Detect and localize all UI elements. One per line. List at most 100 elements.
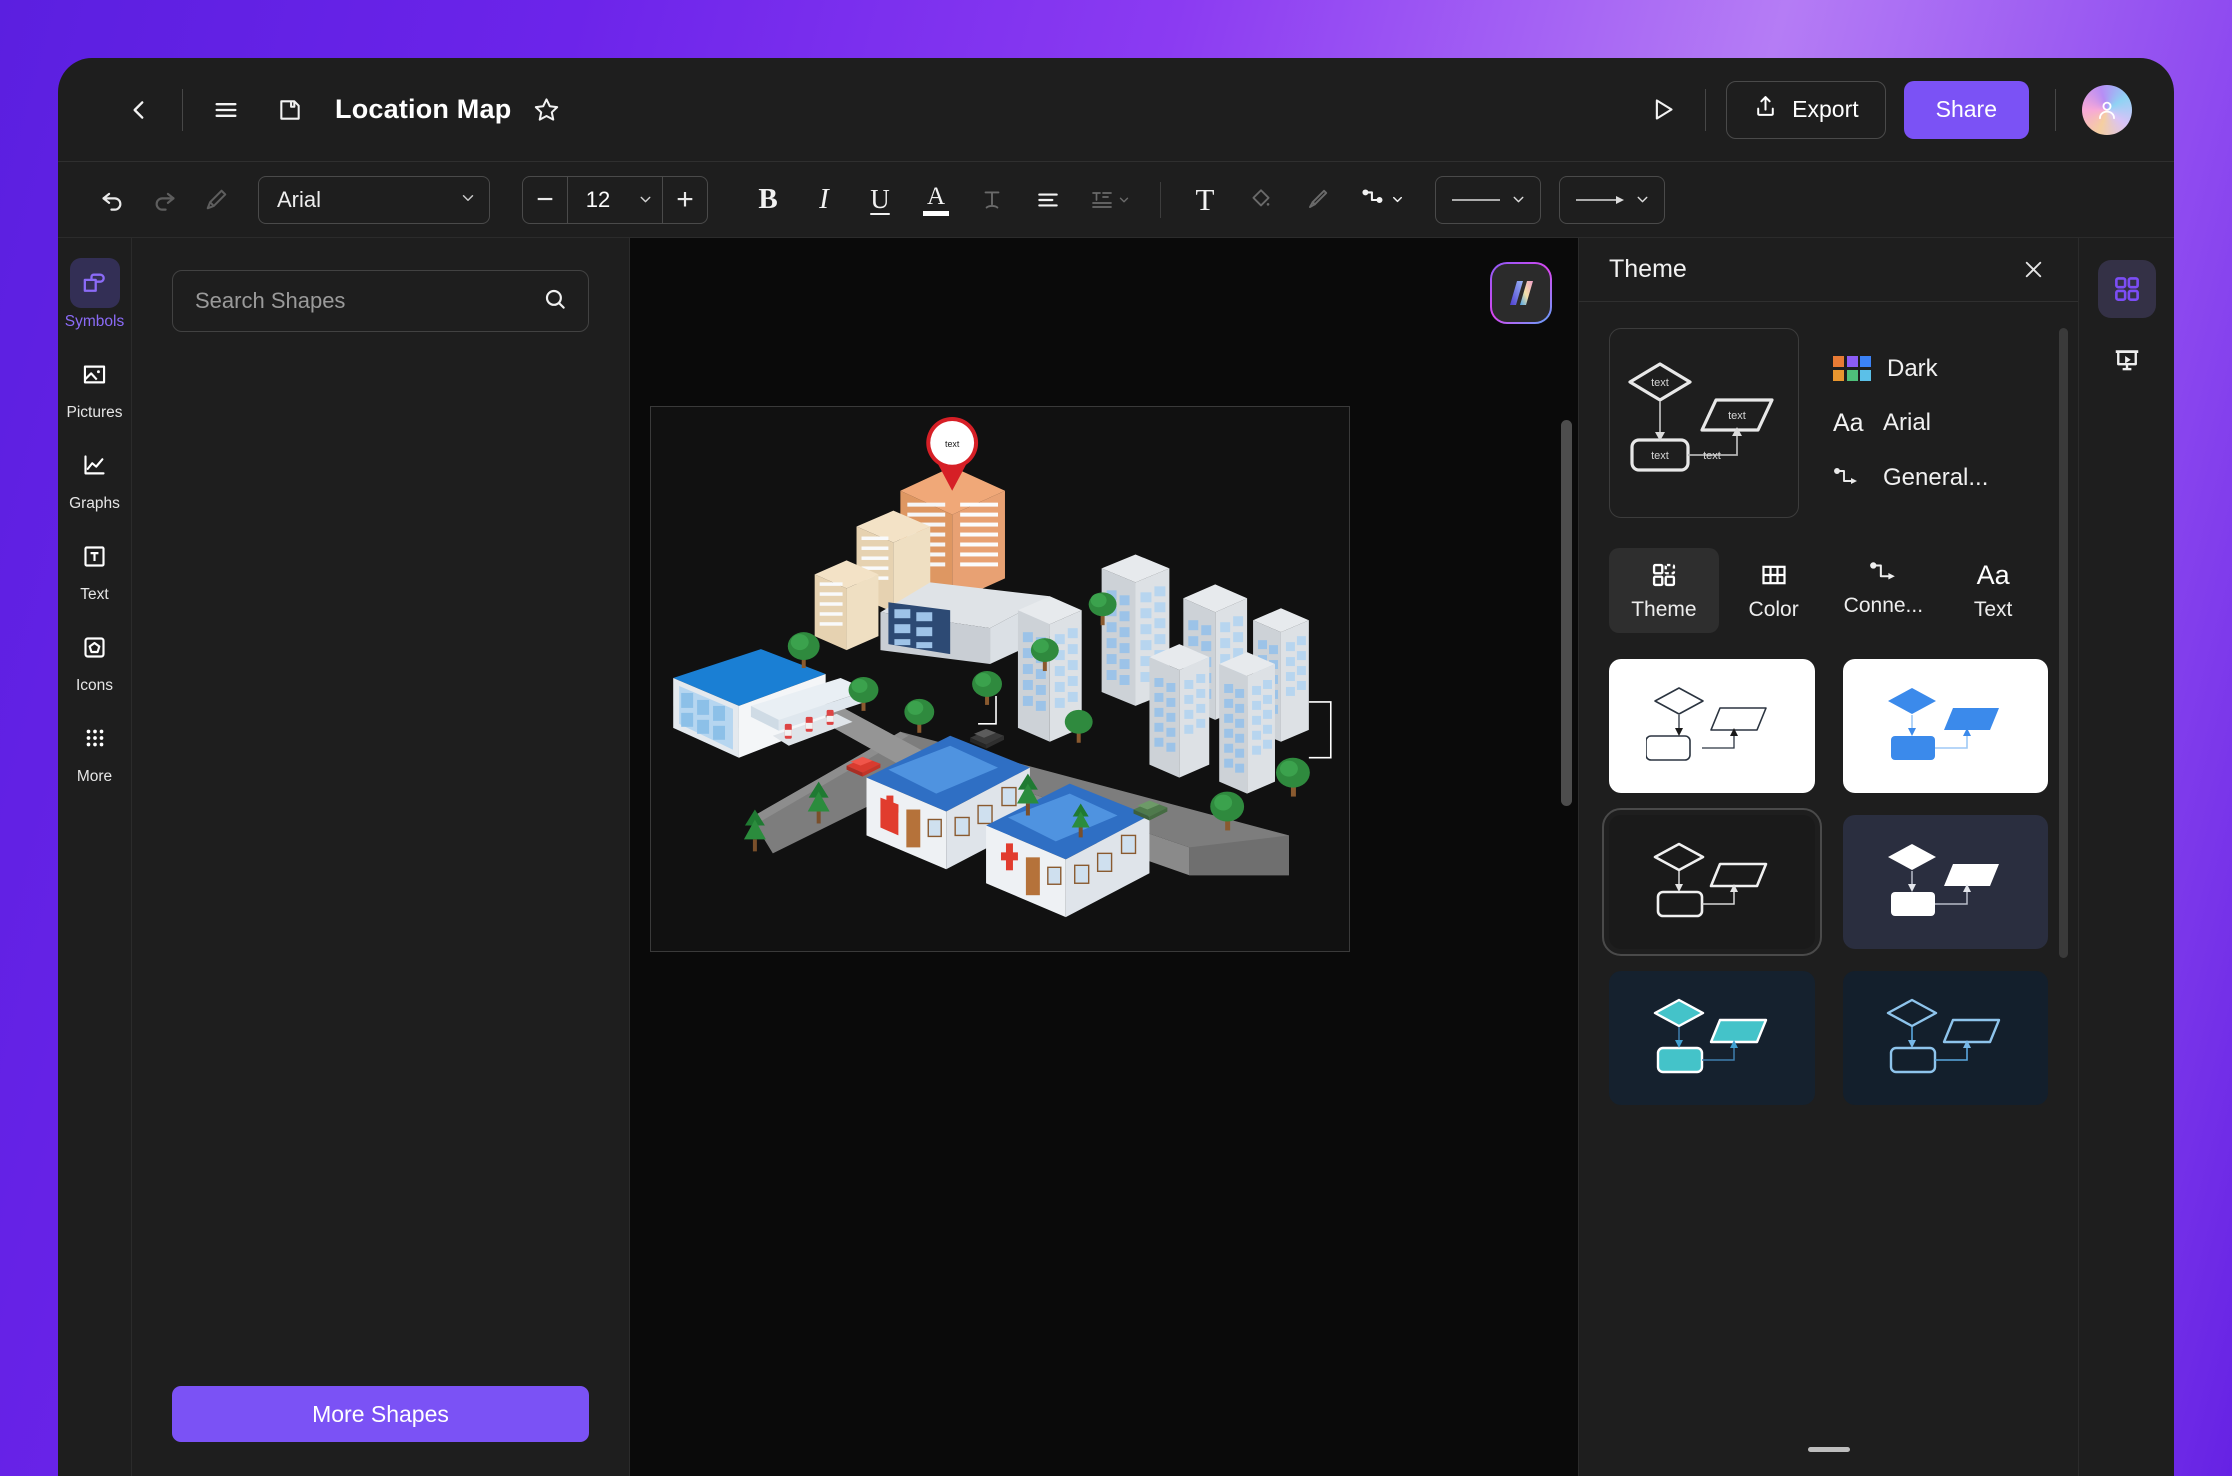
text-box-icon	[70, 531, 120, 581]
theme-panel-scrollbar[interactable]	[2059, 328, 2068, 958]
font-size-increase-button[interactable]: +	[663, 177, 707, 223]
paint-brush-icon[interactable]	[1291, 175, 1343, 225]
app-body: Symbols Pictures Graphs Text Icons More …	[58, 238, 2174, 1476]
theme-preview-card[interactable]: text text text text	[1609, 328, 1799, 518]
sidebar-item-label: Graphs	[69, 495, 120, 512]
header-divider-3	[2055, 88, 2056, 131]
presentation-toggle[interactable]	[2098, 332, 2156, 390]
isometric-city-map-illustration[interactable]: text	[651, 407, 1349, 951]
right-skyscrapers	[1017, 554, 1309, 794]
save-disk-icon[interactable]	[267, 87, 313, 133]
theme-panel-toggle[interactable]	[2097, 260, 2156, 318]
shapes-panel: Search Shapes More Shapes	[132, 238, 630, 1476]
sidebar-item-pictures[interactable]: Pictures	[62, 343, 128, 424]
strikethrough-button[interactable]	[966, 175, 1018, 225]
chevron-down-icon	[459, 187, 477, 213]
share-button[interactable]: Share	[1903, 80, 2029, 139]
line-spacing-icon[interactable]	[1078, 175, 1142, 225]
sidebar-item-text[interactable]: Text	[62, 525, 128, 606]
theme-card-grid	[1602, 659, 2048, 1105]
theme-card-light-blue-filled[interactable]	[1842, 659, 2048, 793]
back-button[interactable]	[116, 87, 162, 133]
theme-card-dark-outline[interactable]	[1602, 808, 1822, 956]
tab-connector[interactable]: Conne...	[1829, 548, 1939, 633]
formatting-toolbar: Arial − 12 + B I U A T	[58, 162, 2174, 238]
theme-card-navy-teal-filled[interactable]	[1609, 971, 1815, 1105]
color-table-icon	[1762, 565, 1786, 585]
font-family-select[interactable]: Arial	[258, 175, 490, 224]
magnifier-search-icon[interactable]	[542, 286, 568, 317]
tab-label: Text	[1973, 598, 2013, 621]
hamburger-menu-icon[interactable]	[203, 87, 249, 133]
canvas-page[interactable]: text	[650, 406, 1350, 952]
theme-font-label: Arial	[1883, 409, 1932, 436]
connector-elbow-icon[interactable]	[1347, 175, 1417, 225]
bold-button[interactable]: B	[742, 175, 794, 225]
canvas-vertical-scrollbar[interactable]	[1561, 420, 1572, 806]
font-size-input[interactable]: 12	[568, 187, 628, 213]
theme-color-scheme-row[interactable]: Dark	[1833, 355, 2048, 383]
grid-dots-icon	[70, 713, 120, 763]
theme-card-light-outline[interactable]	[1609, 659, 1815, 793]
tab-label: Conne...	[1843, 594, 1924, 617]
theme-card-navy-blue-outline[interactable]	[1842, 971, 2048, 1105]
theme-panel-title: Theme	[1609, 255, 1687, 283]
theme-card-navy-white-filled[interactable]	[1842, 815, 2048, 949]
export-button[interactable]: Export	[1726, 80, 1886, 139]
picture-image-icon	[70, 349, 120, 399]
theme-connector-label: General...	[1883, 463, 1989, 491]
sidebar-item-more[interactable]: More	[62, 707, 128, 788]
font-aa-icon: Aa	[1833, 408, 1864, 437]
preview-node-label: text	[1651, 450, 1669, 462]
sidebar-item-icons[interactable]: Icons	[62, 616, 128, 697]
arrow-style-select[interactable]	[1559, 175, 1665, 224]
italic-button[interactable]: I	[798, 175, 850, 225]
right-tool-rail	[2078, 238, 2174, 1476]
undo-arrow-icon[interactable]	[88, 176, 136, 224]
play-triangle-icon[interactable]	[1639, 87, 1685, 133]
avatar[interactable]	[2082, 84, 2132, 135]
font-color-button[interactable]: A	[910, 175, 962, 225]
tab-label: Color	[1748, 598, 1799, 621]
theme-panel-footer	[1579, 1418, 2078, 1476]
close-x-icon[interactable]	[2014, 251, 2052, 289]
format-painter-icon[interactable]	[192, 176, 240, 224]
font-size-chevron-down-icon[interactable]	[628, 191, 662, 208]
pentagon-icon	[70, 622, 120, 672]
sidebar-item-graphs[interactable]: Graphs	[62, 434, 128, 515]
sidebar-item-label: Symbols	[64, 313, 125, 330]
fill-bucket-icon[interactable]	[1235, 175, 1287, 225]
panel-collapse-handle[interactable]	[1807, 1447, 1850, 1452]
flowchart-preview-diagram: text text text text	[1628, 362, 1774, 472]
wondershare-edrawmax-logo[interactable]	[1490, 262, 1552, 324]
theme-color-scheme-label: Dark	[1887, 354, 1938, 382]
tab-text[interactable]: Aa Text	[1938, 548, 2048, 633]
align-left-icon[interactable]	[1022, 175, 1074, 225]
more-shapes-button[interactable]: More Shapes	[172, 1386, 589, 1442]
preview-connector-label: text	[1703, 450, 1721, 462]
toolbar-divider	[1160, 181, 1161, 218]
sidebar-item-label: More	[76, 768, 113, 785]
tab-color[interactable]: Color	[1719, 548, 1829, 633]
font-family-value: Arial	[277, 186, 322, 212]
line-chart-icon	[70, 440, 120, 490]
color-swatch-grid-icon	[1833, 356, 1871, 381]
grid-four-squares-icon	[2114, 277, 2139, 301]
redo-arrow-icon[interactable]	[140, 176, 188, 224]
canvas-area[interactable]: text	[630, 238, 1578, 1476]
star-outline-icon[interactable]	[523, 87, 569, 133]
theme-font-row[interactable]: Aa Arial	[1833, 409, 2048, 438]
connector-elbow-icon	[1833, 467, 1867, 489]
text-box-button[interactable]: T	[1179, 175, 1231, 225]
sidebar-item-symbols[interactable]: Symbols	[62, 252, 128, 333]
line-style-select[interactable]	[1435, 175, 1541, 224]
presentation-play-icon	[2115, 350, 2138, 371]
export-label: Export	[1792, 96, 1859, 122]
font-size-decrease-button[interactable]: −	[523, 177, 567, 223]
sidebar-item-label: Icons	[75, 677, 114, 694]
underline-button[interactable]: U	[854, 175, 906, 225]
tab-theme[interactable]: Theme	[1609, 548, 1719, 633]
left-tool-rail: Symbols Pictures Graphs Text Icons More	[58, 238, 132, 1476]
search-input[interactable]: Search Shapes	[172, 270, 589, 332]
theme-connector-row[interactable]: General...	[1833, 464, 2048, 492]
